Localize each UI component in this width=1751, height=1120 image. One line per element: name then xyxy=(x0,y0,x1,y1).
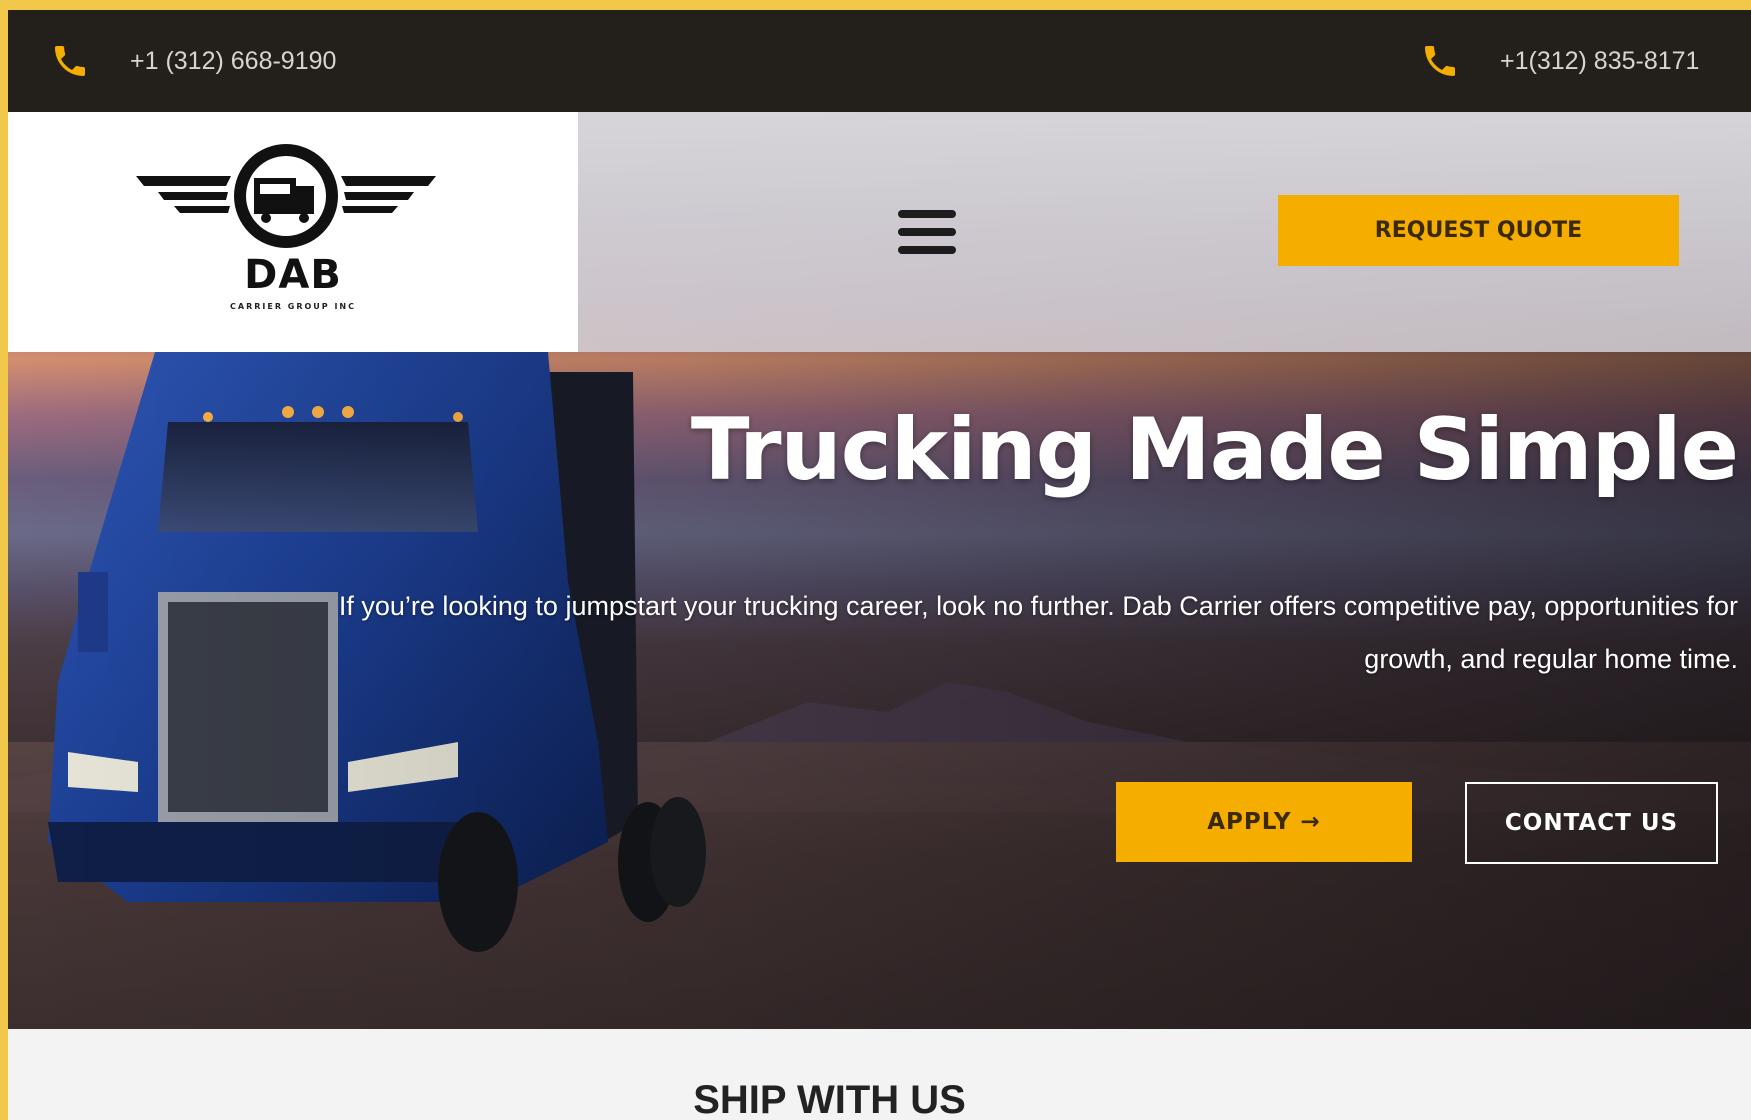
logo-subtitle: CARRIER GROUP INC xyxy=(230,302,356,311)
phone-link-primary[interactable]: +1 (312) 668-9190 xyxy=(50,10,336,112)
phone-number-secondary: +1(312) 835-8171 xyxy=(1500,46,1700,75)
phone-icon xyxy=(55,46,85,76)
hero-title: Trucking Made Simple xyxy=(690,400,1739,500)
logo-name: DAB xyxy=(244,252,342,298)
phone-link-secondary[interactable]: +1(312) 835-8171 xyxy=(1420,10,1699,112)
top-contact-bar: +1 (312) 668-9190 +1(312) 835-8171 xyxy=(8,10,1751,112)
page-frame: +1 (312) 668-9190 +1(312) 835-8171 DAB C… xyxy=(8,10,1751,1120)
hamburger-menu-icon[interactable] xyxy=(898,210,956,254)
ship-with-us-heading: SHIP WITH US xyxy=(693,1078,966,1120)
truck-wheel-logo-icon xyxy=(136,144,436,248)
contact-us-button[interactable]: CONTACT US xyxy=(1465,782,1718,864)
phone-icon xyxy=(1425,46,1455,76)
logo[interactable]: DAB CARRIER GROUP INC xyxy=(8,112,578,352)
request-quote-button[interactable]: REQUEST QUOTE xyxy=(1278,195,1679,266)
hero-description: If you’re looking to jumpstart your truc… xyxy=(338,591,1738,674)
apply-button[interactable]: APPLY → xyxy=(1116,782,1412,862)
phone-number-primary: +1 (312) 668-9190 xyxy=(130,46,337,75)
